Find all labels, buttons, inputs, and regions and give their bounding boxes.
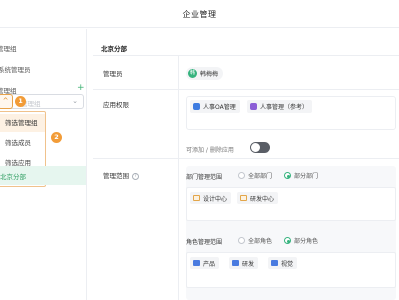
divider xyxy=(93,55,399,56)
role-tag-rd[interactable]: 研发 xyxy=(229,257,259,269)
dept-tag-design[interactable]: 设计中心 xyxy=(190,192,232,204)
avatar: 韩 xyxy=(188,69,197,78)
app-name: 人事管理（参考） xyxy=(260,104,309,111)
scope-label: 管理范围? xyxy=(103,170,139,180)
admin-label: 管理员 xyxy=(103,70,123,78)
detail-panel: 北京分部 管理员 韩 韩梅梅 应用权限 人事OA管理 人事管理（参考） 可添加 … xyxy=(93,38,399,300)
radio-some-roles[interactable]: 部分角色 xyxy=(284,236,318,245)
column-divider xyxy=(178,55,179,300)
radio-dot xyxy=(238,172,245,179)
menu-item-filter-member[interactable]: 筛选成员 xyxy=(0,134,45,152)
toggle-knob xyxy=(251,143,260,152)
dept-scope-label: 部门管理范围 xyxy=(186,174,223,181)
admin-chip[interactable]: 韩 韩梅梅 xyxy=(186,67,224,80)
scope-card: 部门管理范围 全部部门 部分部门 设计中心 研发中心 角色管理范围 全部角色 部… xyxy=(186,166,396,300)
folder-icon xyxy=(240,195,247,201)
admin-name: 韩梅梅 xyxy=(200,71,219,78)
divider xyxy=(93,89,399,90)
menu-item-filter-group[interactable]: 筛选管理组 xyxy=(0,114,45,132)
filter-dropdown-toggle[interactable]: ^ xyxy=(0,94,13,109)
section-title: 北京分部 xyxy=(101,45,127,53)
role-scope-label: 角色管理范围 xyxy=(186,239,223,246)
folder-icon xyxy=(193,195,200,201)
user-icon xyxy=(271,260,278,266)
add-remove-app-toggle[interactable] xyxy=(250,142,270,153)
dept-tag-rd[interactable]: 研发中心 xyxy=(237,192,279,204)
sidebar-item-system-admin[interactable]: 系统管理员 xyxy=(0,64,31,74)
tree-node-active[interactable]: 北京分部 xyxy=(0,166,86,185)
app-chip-hr-oa[interactable]: 人事OA管理 xyxy=(190,100,240,113)
radio-all-depts[interactable]: 全部部门 xyxy=(238,171,272,180)
tree-node-label: 北京分部 xyxy=(0,173,26,181)
chevron-down-icon: ⌄ xyxy=(72,97,78,105)
radio-all-roles[interactable]: 全部角色 xyxy=(238,236,272,245)
sidebar-item-group-admin[interactable]: 管理组 xyxy=(0,43,17,53)
radio-dot xyxy=(284,172,291,179)
step-badge-1: 1 xyxy=(15,96,26,107)
user-icon xyxy=(232,260,239,266)
role-tag-box[interactable]: 产品 研发 视觉 xyxy=(186,252,396,288)
question-icon[interactable]: ? xyxy=(132,172,139,180)
dept-tag-box[interactable]: 设计中心 研发中心 xyxy=(186,187,396,221)
radio-dot xyxy=(284,237,291,244)
app-name: 人事OA管理 xyxy=(203,104,236,111)
app-icon xyxy=(250,103,257,110)
permissions-label: 应用权限 xyxy=(103,101,129,109)
app-icon xyxy=(193,103,200,110)
role-tag-product[interactable]: 产品 xyxy=(190,257,220,269)
step-badge-2: 2 xyxy=(51,132,62,143)
top-bar: 企业管理 xyxy=(0,0,399,28)
app-permission-box[interactable]: 人事OA管理 人事管理（参考） xyxy=(186,96,396,130)
divider xyxy=(93,158,399,159)
role-tag-visual[interactable]: 视觉 xyxy=(268,257,298,269)
sidebar: 管理组 系统管理员 管理组 + 管理组 ⌄ ^ 1 筛选管理组 筛选成员 筛选应… xyxy=(0,29,87,300)
radio-some-depts[interactable]: 部分部门 xyxy=(284,171,318,180)
user-icon xyxy=(193,260,200,266)
app-chip-hr-ref[interactable]: 人事管理（参考） xyxy=(247,100,313,113)
page-title: 企业管理 xyxy=(182,10,217,19)
add-group-icon[interactable]: + xyxy=(77,84,85,93)
chevron-up-icon: ^ xyxy=(2,97,9,105)
toggle-label: 可添加 / 删除应用 xyxy=(186,147,234,154)
radio-dot xyxy=(238,237,245,244)
